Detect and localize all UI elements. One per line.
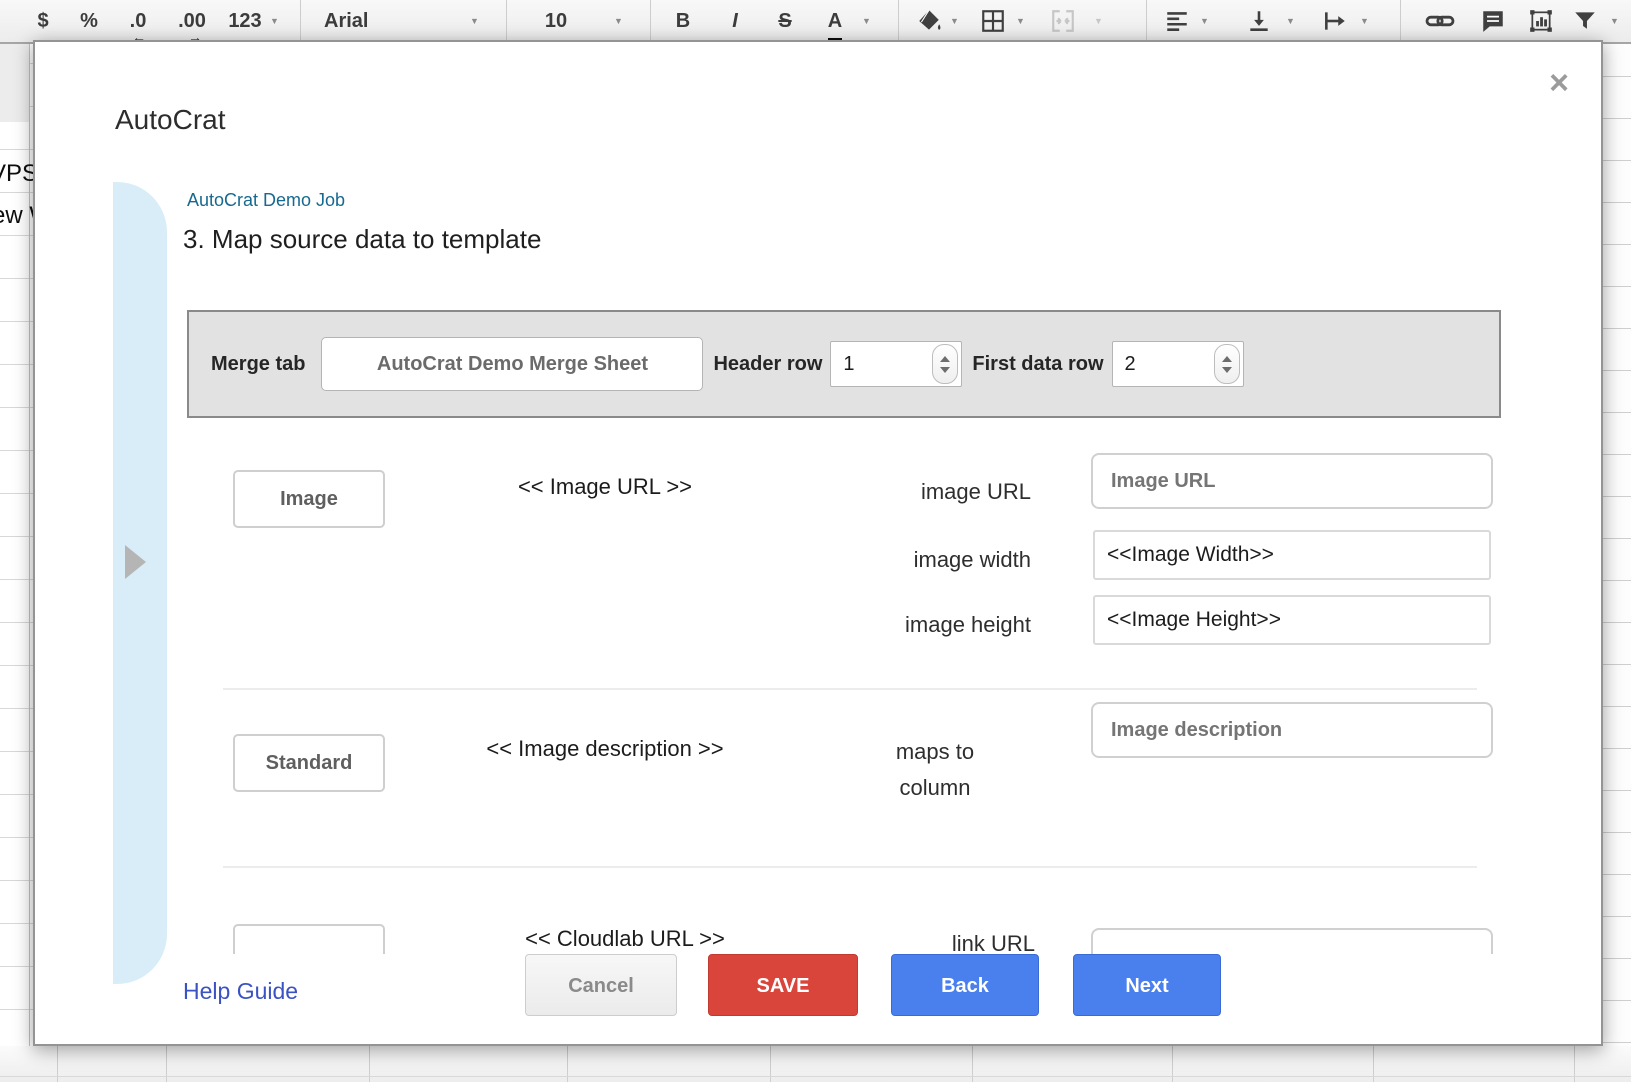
fill-color-icon[interactable] — [916, 8, 942, 34]
strikethrough-button[interactable]: S — [768, 0, 802, 42]
close-icon[interactable]: × — [1549, 66, 1569, 100]
dropdown-arrow-icon: ▼ — [1360, 14, 1369, 28]
back-button[interactable]: Back — [891, 954, 1039, 1016]
chevron-down-icon[interactable] — [1222, 367, 1232, 373]
row-divider — [223, 866, 1477, 868]
column-line: column — [835, 770, 1035, 806]
toolbar-divider — [898, 0, 899, 42]
tag-type-standard: Standard — [233, 734, 385, 792]
merge-cells-icon[interactable] — [1050, 8, 1076, 34]
job-name-link[interactable]: AutoCrat Demo Job — [187, 190, 345, 211]
merge-tab-select[interactable]: AutoCrat Demo Merge Sheet — [321, 337, 703, 391]
vertical-align-icon[interactable] — [1246, 8, 1272, 34]
toolbar-divider — [300, 0, 301, 42]
next-button[interactable]: Next — [1073, 954, 1221, 1016]
dropdown-arrow-icon: ▼ — [614, 14, 623, 28]
image-width-label: image width — [821, 542, 1031, 578]
merge-settings-bar: Merge tab AutoCrat Demo Merge Sheet Head… — [187, 310, 1501, 418]
toolbar-divider — [506, 0, 507, 42]
stepper-buttons[interactable] — [932, 344, 958, 384]
screen: VPS ew W $ % .0 ← .00 → 123 ▼ Arial ▼ — [0, 0, 1631, 1082]
increase-decimals-button[interactable]: .00 → — [166, 0, 218, 42]
gridline — [0, 1076, 1631, 1077]
dropdown-arrow-icon: ▼ — [270, 14, 279, 28]
insert-comment-icon[interactable] — [1480, 8, 1506, 34]
header-row-stepper[interactable]: 1 — [830, 341, 962, 387]
format-currency-button[interactable]: $ — [26, 0, 60, 42]
image-url-label: image URL — [821, 474, 1031, 510]
dropdown-arrow-icon: ▼ — [470, 14, 479, 28]
image-url-select[interactable]: Image URL — [1091, 453, 1493, 509]
decrease-decimals-button[interactable]: .0 ← — [116, 0, 160, 42]
spreadsheet-header-cell — [0, 42, 29, 122]
dropdown-arrow-icon: ▼ — [862, 14, 871, 28]
spreadsheet-bottom-strip — [0, 1046, 1631, 1082]
template-tag-image-description: << Image description >> — [445, 736, 765, 762]
dropdown-arrow-icon: ▼ — [1286, 14, 1295, 28]
dropdown-arrow-icon: ▼ — [950, 14, 959, 28]
template-tag-cloudlab-url: << Cloudlab URL >> — [465, 926, 785, 952]
dropdown-arrow-icon: ▼ — [1016, 14, 1025, 28]
format-percent-button[interactable]: % — [72, 0, 106, 42]
link-url-select[interactable] — [1091, 928, 1493, 954]
image-description-select[interactable]: Image description — [1091, 702, 1493, 758]
italic-button[interactable]: I — [718, 0, 752, 42]
maps-to-line: maps to — [835, 734, 1035, 770]
toolbar-divider — [1400, 0, 1401, 42]
font-family-select[interactable]: Arial — [324, 0, 404, 42]
save-button[interactable]: SAVE — [708, 954, 858, 1016]
insert-link-icon[interactable] — [1424, 8, 1456, 34]
first-data-row-stepper[interactable]: 2 — [1112, 341, 1244, 387]
header-row-label: Header row — [713, 353, 822, 376]
chevron-down-icon[interactable] — [940, 367, 950, 373]
text-color-label: A — [828, 8, 842, 44]
tag-type-image: Image — [233, 470, 385, 528]
image-height-label: image height — [821, 607, 1031, 643]
sheets-toolbar: $ % .0 ← .00 → 123 ▼ Arial ▼ 10 ▼ B I S … — [0, 0, 1631, 44]
clipped-mapping-row: << Cloudlab URL >> link URL — [35, 902, 1601, 954]
chevron-up-icon[interactable] — [940, 356, 950, 362]
link-url-label: link URL — [835, 926, 1035, 954]
first-data-row-label: First data row — [972, 353, 1103, 376]
autocrat-dialog: × AutoCrat AutoCrat Demo Job 3. Map sour… — [33, 40, 1603, 1046]
first-data-row-value[interactable]: 2 — [1113, 353, 1214, 376]
header-row-value[interactable]: 1 — [831, 353, 932, 376]
dialog-title: AutoCrat — [115, 104, 226, 136]
image-width-input[interactable]: <<Image Width>> — [1093, 530, 1491, 580]
tag-type-empty — [233, 924, 385, 954]
merge-tab-label: Merge tab — [211, 353, 305, 376]
template-tag-image-url: << Image URL >> — [435, 474, 775, 500]
dropdown-arrow-icon: ▼ — [1610, 14, 1619, 28]
step-title: 3. Map source data to template — [183, 224, 541, 255]
toolbar-divider — [1146, 0, 1147, 42]
spreadsheet-left-strip: VPS ew W — [0, 42, 34, 1046]
toolbar-divider — [650, 0, 651, 42]
stepper-buttons[interactable] — [1214, 344, 1240, 384]
borders-icon[interactable] — [980, 8, 1006, 34]
bold-button[interactable]: B — [666, 0, 700, 42]
help-guide-link[interactable]: Help Guide — [183, 978, 298, 1005]
spreadsheet-right-strip — [1603, 42, 1631, 1046]
dropdown-arrow-icon: ▼ — [1200, 14, 1209, 28]
filter-icon[interactable] — [1572, 8, 1598, 34]
chevron-up-icon[interactable] — [1222, 356, 1232, 362]
insert-chart-icon[interactable] — [1528, 8, 1554, 34]
cancel-button[interactable]: Cancel — [525, 954, 677, 1016]
text-color-button[interactable]: A — [818, 0, 852, 42]
gridline — [29, 42, 30, 1046]
expand-arrow-icon[interactable] — [125, 545, 146, 579]
collapsed-side-panel[interactable] — [113, 182, 167, 984]
image-height-input[interactable]: <<Image Height>> — [1093, 595, 1491, 645]
dropdown-arrow-icon: ▼ — [1094, 14, 1103, 28]
horizontal-align-icon[interactable] — [1164, 8, 1190, 34]
text-wrap-icon[interactable] — [1322, 8, 1348, 34]
font-size-select[interactable]: 10 — [536, 0, 576, 42]
more-formats-button[interactable]: 123 — [222, 0, 268, 42]
maps-to-column-label: maps to column — [835, 734, 1035, 806]
row-divider — [223, 688, 1477, 690]
